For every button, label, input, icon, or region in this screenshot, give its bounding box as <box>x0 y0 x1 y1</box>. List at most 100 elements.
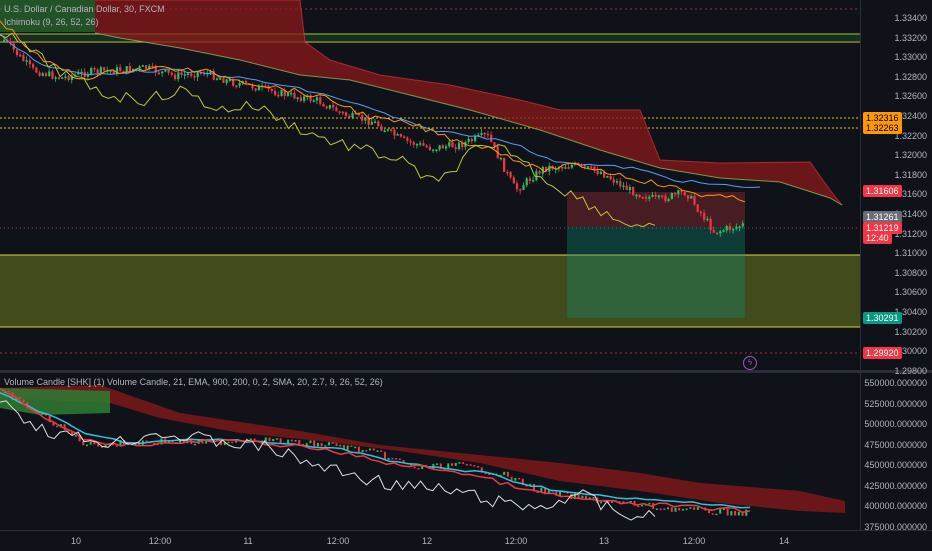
price-candle <box>715 232 719 235</box>
volume-candle <box>432 463 435 469</box>
volume-axis[interactable]: 550000.000000 525000.000000 500000.000000 4… <box>860 373 932 532</box>
price-candle <box>706 218 709 221</box>
price-candle <box>361 115 364 121</box>
price-candle <box>196 72 199 78</box>
volume-candle <box>685 508 688 511</box>
price-chart-pane[interactable]: U.S. Dollar / Canadian Dollar, 30, FXCM … <box>0 0 860 370</box>
price-candle <box>348 115 351 118</box>
price-candle <box>190 73 193 76</box>
volume-candle <box>473 465 476 467</box>
price-candle <box>141 65 144 67</box>
volume-candle <box>413 466 416 469</box>
volume-candle-chart[interactable] <box>0 373 860 530</box>
price-candle <box>435 149 438 151</box>
volume-candle <box>376 450 379 452</box>
volume-candle <box>115 445 118 447</box>
price-candle <box>486 133 490 136</box>
volume-candle <box>451 463 453 466</box>
price-candle <box>712 230 715 233</box>
price-candle <box>632 187 635 196</box>
take-profit-box <box>567 227 745 318</box>
price-candle <box>674 192 677 195</box>
price-candle <box>709 218 712 231</box>
price-candle <box>703 213 706 220</box>
price-candle <box>299 97 302 101</box>
volume-candle <box>18 397 21 400</box>
volume-tick: 475000.000000 <box>864 439 927 450</box>
price-candle <box>638 194 641 198</box>
volume-candle <box>7 390 10 393</box>
time-tick: 10 <box>70 536 82 546</box>
volume-lagging-line <box>0 400 656 521</box>
price-tick: 1.33000 <box>894 52 927 63</box>
price-candle <box>480 132 483 135</box>
volume-candle <box>585 495 588 499</box>
price-candle <box>351 112 354 118</box>
volume-candle <box>249 438 252 441</box>
volume-candle <box>667 507 670 510</box>
price-candle <box>138 66 141 69</box>
price-candle <box>561 166 564 169</box>
price-candle <box>596 170 599 174</box>
volume-candle <box>268 437 271 442</box>
price-candle <box>386 129 390 131</box>
volume-candle <box>726 508 729 516</box>
volume-tick: 550000.000000 <box>864 378 927 388</box>
time-tick: 12:00 <box>504 536 528 546</box>
price-candle <box>273 90 277 95</box>
price-tag: 1.31606 <box>863 185 902 197</box>
price-candle <box>670 192 673 199</box>
volume-candle-pane[interactable]: Volume Candle [SHK] (1) Volume Candle, 2… <box>0 373 860 530</box>
price-candle <box>383 130 386 133</box>
time-axis[interactable]: 10 12:00 11 12:00 12 12:00 13 12:00 14 <box>0 530 932 551</box>
price-candle <box>651 194 654 197</box>
kijun-sen <box>0 33 761 188</box>
volume-candle <box>361 449 364 453</box>
price-candle <box>25 60 28 62</box>
price-candle <box>157 72 161 75</box>
volume-candle <box>559 491 562 496</box>
volume-candle <box>383 451 386 460</box>
volume-tick: 525000.000000 <box>864 398 927 409</box>
price-candle <box>532 180 535 182</box>
price-candle <box>599 172 603 174</box>
volume-tick: 425000.000000 <box>864 480 927 491</box>
price-candle <box>41 73 44 76</box>
volume-candle <box>689 507 692 509</box>
volume-indicator-legend[interactable]: Volume Candle [SHK] (1) Volume Candle, 2… <box>4 377 383 387</box>
volume-candle <box>417 467 420 470</box>
price-candle <box>625 185 628 191</box>
price-candle <box>457 142 461 150</box>
volume-candle <box>193 443 196 446</box>
volume-candle <box>648 502 651 505</box>
price-candle <box>296 97 299 99</box>
volume-candle <box>506 471 509 477</box>
lightning-icon[interactable]: ϟ <box>743 356 757 370</box>
price-candle <box>370 122 373 125</box>
volume-candle <box>696 507 699 510</box>
symbol-title[interactable]: U.S. Dollar / Canadian Dollar, 30, FXCM <box>4 4 165 14</box>
price-candle <box>719 231 722 234</box>
volume-candle <box>398 458 401 461</box>
price-candle <box>161 71 164 74</box>
price-candle <box>603 172 606 178</box>
time-tick: 13 <box>598 536 610 546</box>
price-tick: 1.32600 <box>894 91 927 102</box>
price-chart[interactable] <box>0 0 860 370</box>
price-candle <box>474 135 477 142</box>
price-candle <box>293 92 296 99</box>
price-candle <box>432 149 435 152</box>
price-candle <box>96 69 99 74</box>
price-candle <box>151 65 154 68</box>
price-candle <box>390 129 393 131</box>
price-tick: 1.31800 <box>894 169 927 180</box>
volume-candle <box>93 442 96 445</box>
volume-candle <box>231 441 234 444</box>
price-axis[interactable]: 1.33400 1.33200 1.33000 1.32800 1.32600 1.324… <box>860 0 932 376</box>
price-tick: 1.30600 <box>894 287 927 298</box>
ichimoku-legend[interactable]: Ichimoku (9, 26, 52, 26) <box>4 17 99 27</box>
volume-candle <box>380 450 383 452</box>
price-candle <box>128 66 132 72</box>
price-candle <box>441 145 444 149</box>
volume-tick: 400000.000000 <box>864 501 927 511</box>
